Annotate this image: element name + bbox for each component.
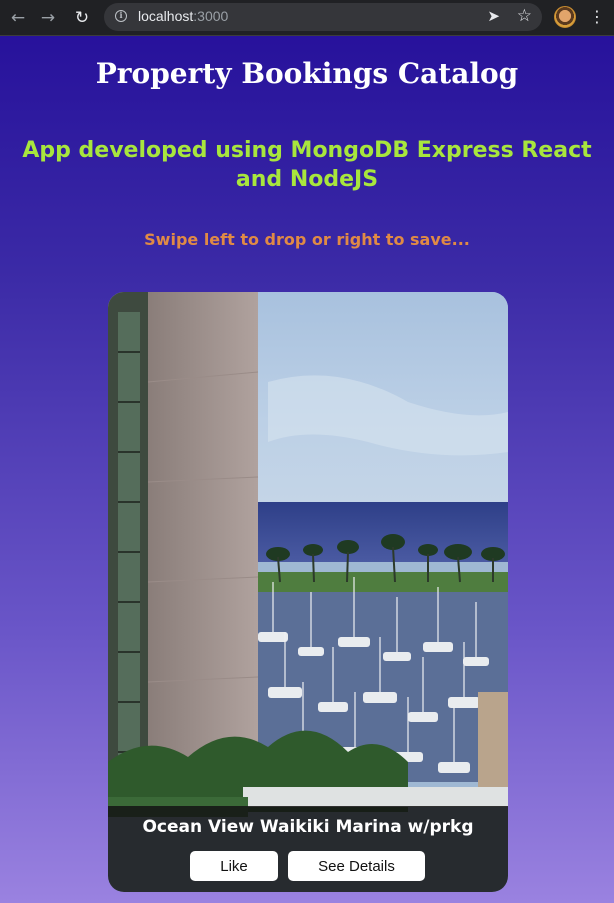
star-icon[interactable]: ☆ bbox=[517, 6, 532, 26]
like-button[interactable]: Like bbox=[190, 851, 278, 881]
arrow-right-icon[interactable]: → bbox=[36, 6, 60, 30]
url-host: localhost bbox=[138, 8, 194, 24]
url-text[interactable]: localhost:3000 bbox=[138, 8, 228, 24]
swipe-instructions: Swipe left to drop or right to save... bbox=[144, 230, 470, 249]
property-photo bbox=[108, 292, 508, 817]
url-port: :3000 bbox=[193, 8, 229, 24]
info-icon[interactable]: i bbox=[115, 10, 127, 22]
kebab-menu-icon[interactable]: ⋮ bbox=[589, 7, 605, 26]
page-subtitle: App developed using MongoDB Express Reac… bbox=[22, 138, 592, 192]
avatar[interactable] bbox=[554, 6, 576, 28]
arrow-left-icon[interactable]: ← bbox=[6, 6, 30, 30]
card-footer: Ocean View Waikiki Marina w/prkg Like Se… bbox=[108, 806, 508, 892]
see-details-button[interactable]: See Details bbox=[288, 851, 425, 881]
browser-toolbar: ← → ↻ i localhost:3000 ➤ ☆ ⋮ bbox=[0, 0, 614, 36]
address-bar[interactable]: i localhost:3000 ➤ ☆ bbox=[104, 3, 542, 31]
property-card[interactable]: Ocean View Waikiki Marina w/prkg Like Se… bbox=[108, 292, 508, 892]
send-icon[interactable]: ➤ bbox=[487, 7, 500, 25]
reload-icon[interactable]: ↻ bbox=[70, 6, 94, 30]
page-title: Property Bookings Catalog bbox=[95, 57, 519, 90]
property-title: Ocean View Waikiki Marina w/prkg bbox=[142, 817, 474, 837]
